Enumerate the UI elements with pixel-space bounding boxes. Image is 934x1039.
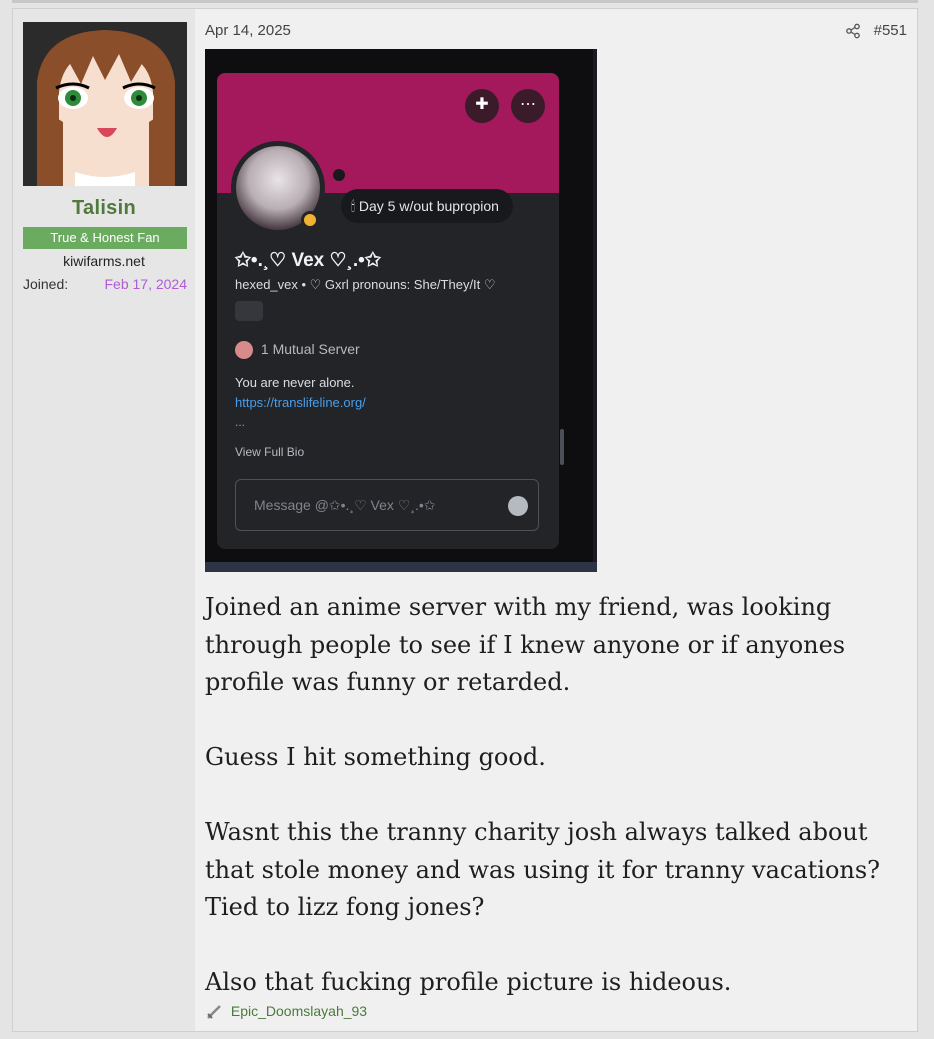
- user-sidebar: Talisin True & Honest Fan kiwifarms.net …: [13, 9, 195, 1031]
- post-paragraph: Guess I hit something good.: [205, 743, 546, 771]
- mutual-servers: 1 Mutual Server: [235, 341, 360, 360]
- profile-display-name: ✩•.¸♡ Vex ♡¸.•✩: [235, 250, 381, 271]
- user-title-badge: True & Honest Fan: [23, 227, 187, 249]
- screenshot-scrollbar: [560, 429, 564, 465]
- anime-avatar-icon: [23, 22, 187, 186]
- message-box: Message @✩•.¸♡ Vex ♡¸.•✩: [235, 479, 539, 531]
- top-divider: [12, 0, 918, 3]
- emoji-icon: [508, 496, 528, 516]
- bio-ellipsis: ...: [235, 415, 246, 429]
- post-number[interactable]: #551: [874, 22, 907, 39]
- profile-card: ✚ ⋯ 🕯︎ Day 5 w/out bupropion ✩•.¸♡ Vex ♡…: [217, 73, 559, 549]
- profile-handle-line: hexed_vex • ♡ Gxrl pronouns: She/They/It…: [235, 277, 496, 292]
- forum-post: Talisin True & Honest Fan kiwifarms.net …: [12, 8, 918, 1032]
- add-friend-icon: ✚: [465, 89, 499, 123]
- custom-status: 🕯︎ Day 5 w/out bupropion: [341, 189, 513, 223]
- post-paragraph: Also that fucking profile picture is hid…: [205, 968, 732, 996]
- screenshot-edge: [593, 49, 597, 572]
- share-icon[interactable]: [845, 23, 861, 39]
- post-paragraph: Wasnt this the tranny charity josh alway…: [205, 818, 881, 921]
- message-placeholder: Message @✩•.¸♡ Vex ♡¸.•✩: [254, 497, 436, 513]
- more-options-icon: ⋯: [511, 89, 545, 123]
- bio-link: https://translifeline.org/: [235, 395, 366, 410]
- view-full-bio: View Full Bio: [235, 445, 305, 459]
- status-bubble-dot: [333, 169, 345, 181]
- mutual-servers-text: 1 Mutual Server: [260, 341, 360, 357]
- signature-text[interactable]: Epic_Doomslayah_93: [231, 1003, 367, 1019]
- post-paragraph: Joined an anime server with my friend, w…: [205, 593, 846, 696]
- username[interactable]: Talisin: [13, 197, 195, 220]
- joined-date: Feb 17, 2024: [104, 276, 187, 292]
- idle-status-icon: [301, 211, 319, 229]
- avatar[interactable]: [23, 22, 187, 186]
- joined-label: Joined:: [23, 276, 69, 292]
- server-icon: [235, 341, 253, 360]
- bio-line: You are never alone.: [235, 375, 355, 390]
- screenshot-bottom-strip: [205, 562, 597, 572]
- post-main: Apr 14, 2025 #551 ✚ ⋯ 🕯︎ Day 5 w/out bup…: [205, 9, 917, 1031]
- post-body: Joined an anime server with my friend, w…: [205, 589, 905, 1039]
- custom-status-text: Day 5 w/out bupropion: [358, 198, 499, 214]
- profile-badge-icon: [235, 301, 263, 321]
- profile-picture: [231, 141, 325, 235]
- sword-icon: [207, 1005, 221, 1020]
- candle-icon: 🕯︎: [351, 198, 355, 214]
- post-signature[interactable]: Epic_Doomslayah_93: [205, 1003, 367, 1021]
- embedded-screenshot[interactable]: ✚ ⋯ 🕯︎ Day 5 w/out bupropion ✩•.¸♡ Vex ♡…: [205, 49, 597, 572]
- post-date[interactable]: Apr 14, 2025: [205, 22, 291, 39]
- user-site: kiwifarms.net: [63, 253, 145, 269]
